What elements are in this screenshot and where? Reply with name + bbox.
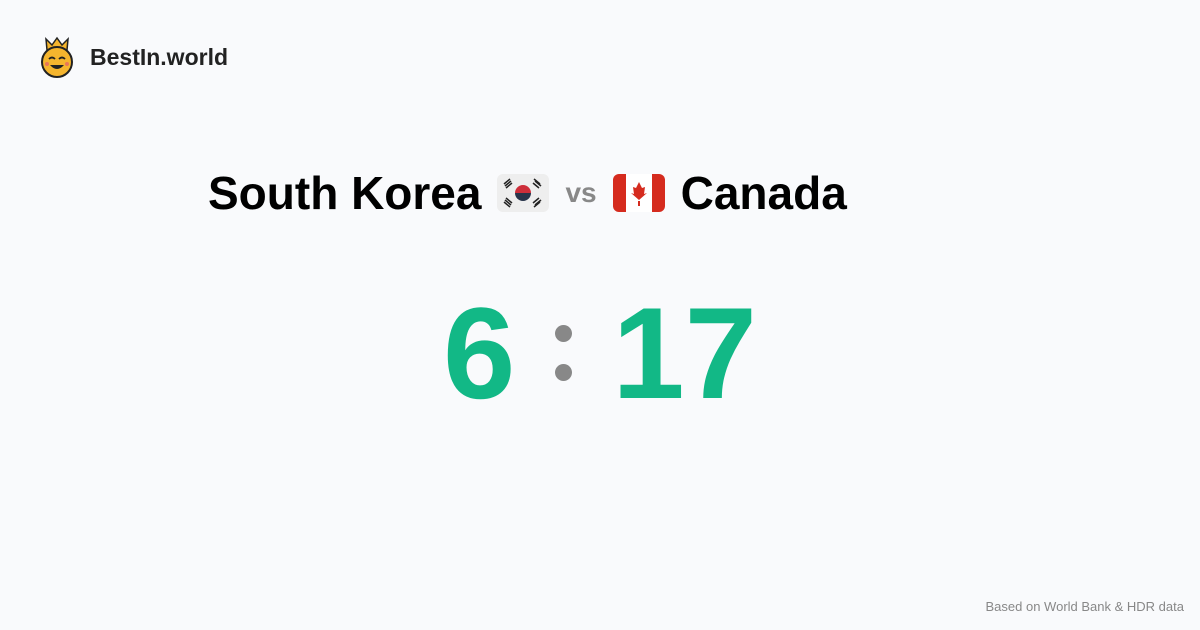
comparison-title: South Korea vs Canada <box>208 166 847 220</box>
canada-flag-icon <box>612 174 665 212</box>
logo[interactable]: BestIn.world <box>38 36 228 78</box>
country-right: Canada <box>680 167 847 219</box>
vs-label: vs <box>565 177 597 208</box>
brand-name: BestIn.world <box>90 43 229 70</box>
country-left: South Korea <box>208 167 482 219</box>
score: 6 17 <box>0 278 1200 428</box>
crown-smiley-icon <box>41 36 73 78</box>
score-separator <box>555 325 573 381</box>
score-right: 17 <box>612 280 757 426</box>
score-left: 6 <box>443 280 516 426</box>
source-note: Based on World Bank & HDR data <box>985 599 1184 614</box>
south-korea-flag-icon <box>497 174 550 212</box>
